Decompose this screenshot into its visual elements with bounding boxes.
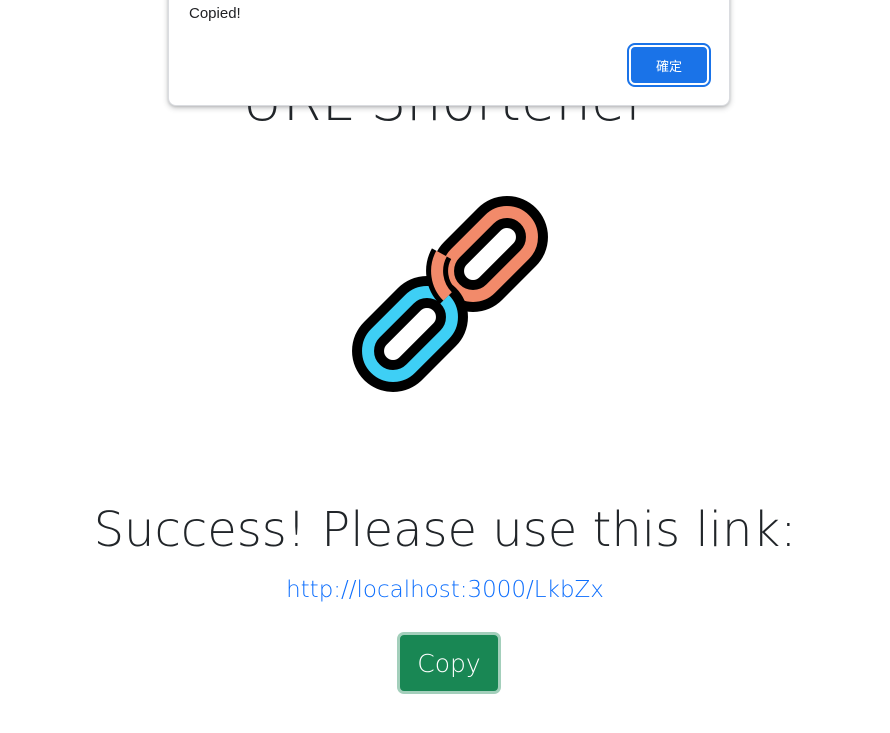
short-link-container: http://localhost:3000/LkbZx — [0, 573, 890, 607]
short-url-link[interactable]: http://localhost:3000/LkbZx — [286, 577, 604, 603]
dialog-ok-button[interactable]: 確定 — [627, 43, 711, 87]
chain-link-icon — [328, 172, 572, 416]
alert-dialog: Copied! 確定 — [168, 0, 730, 106]
page: URL Shortener Success! Please use this l… — [0, 0, 890, 733]
dialog-message: Copied! — [189, 5, 241, 22]
copy-button[interactable]: Copy — [397, 632, 501, 694]
success-heading: Success! Please use this link: — [93, 502, 797, 558]
